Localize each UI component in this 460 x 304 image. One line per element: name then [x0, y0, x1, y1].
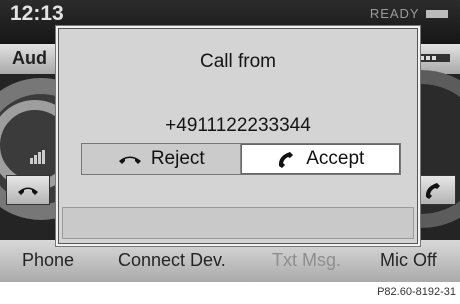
incoming-call-dialog: Call from +4911122233344 Reject Accept — [58, 28, 418, 244]
caller-number: +4911122233344 — [165, 115, 311, 136]
menu-phone[interactable]: Phone — [22, 250, 74, 271]
pick-up-side-button[interactable] — [412, 175, 456, 205]
menu-mic-off[interactable]: Mic Off — [380, 250, 437, 271]
display-screen: 12:13 READY Aud Phone Connect Dev. Txt M… — [0, 0, 460, 282]
menu-text-message: Txt Msg. — [272, 250, 342, 270]
dialog-empty-row — [62, 207, 414, 239]
reject-label: Reject — [150, 148, 205, 169]
dialog-title: Call from — [199, 51, 276, 72]
hang-up-side-button[interactable] — [6, 175, 50, 205]
bottom-menu-bar: Phone Connect Dev. Txt Msg. Mic Off — [0, 240, 460, 282]
hang-up-handset-icon — [118, 156, 141, 164]
status-indicator: READY — [370, 6, 448, 21]
hang-up-handset-icon — [18, 187, 38, 195]
menu-connect-device[interactable]: Connect Dev. — [118, 250, 226, 271]
grid-icon — [30, 150, 45, 164]
pick-up-handset-icon — [279, 152, 294, 168]
clock: 12:13 — [10, 2, 64, 25]
pick-up-handset-icon — [425, 183, 440, 199]
accept-label: Accept — [306, 148, 365, 169]
accept-button[interactable]: Accept — [240, 144, 400, 174]
status-text: READY — [369, 6, 420, 21]
call-action-buttons: Reject Accept — [81, 143, 401, 175]
signal-strength-icon — [426, 10, 448, 18]
figure-caption: P82.60-8192-31 — [377, 286, 456, 298]
audio-tab[interactable]: Aud — [12, 48, 47, 69]
reject-button[interactable]: Reject — [82, 144, 241, 174]
